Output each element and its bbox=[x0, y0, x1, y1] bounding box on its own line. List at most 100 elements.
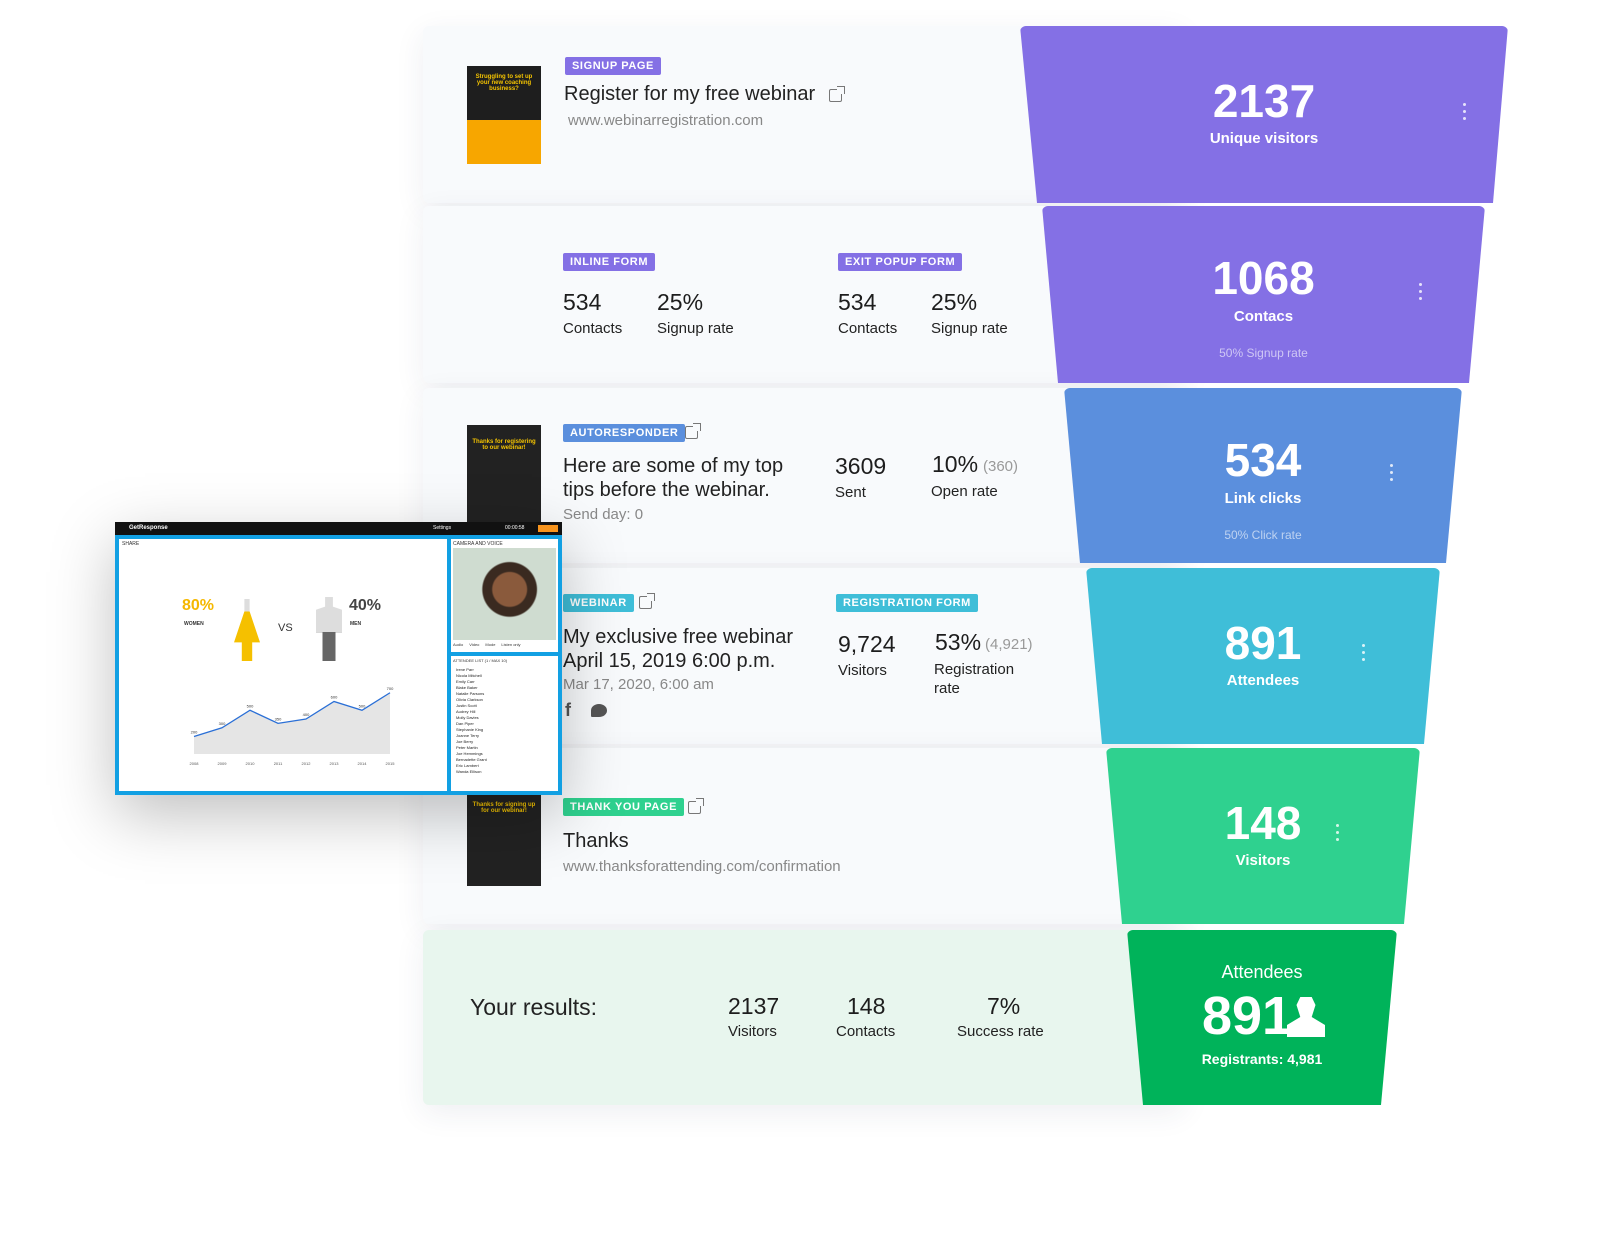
attendee-item: Wanda Ellison bbox=[456, 769, 482, 774]
autoresponder-thumbnail: Thanks for registering to our webinar! bbox=[467, 425, 541, 523]
sent-label: Sent bbox=[835, 484, 866, 501]
external-link-icon[interactable] bbox=[829, 86, 845, 102]
attendee-panel: ATTENDEE LIST (1 / MAX 10) Irene Parr Nic… bbox=[451, 656, 558, 791]
stage-value: 891 bbox=[1224, 617, 1302, 669]
vs-label: VS bbox=[278, 622, 293, 634]
results-contacts: 148 bbox=[847, 993, 886, 1019]
chart-value-label: 600 bbox=[331, 695, 338, 700]
funnel-stage-1[interactable]: 2137 Unique visitors bbox=[1020, 26, 1508, 203]
webinar-created-date: Mar 17, 2020, 6:00 am bbox=[563, 676, 714, 693]
more-options-icon[interactable] bbox=[1336, 824, 1340, 845]
registration-form-tag: REGISTRATION FORM bbox=[836, 594, 978, 612]
webinar-visitors-label: Visitors bbox=[838, 662, 887, 679]
registrants: Registrants: 4,981 bbox=[1201, 1051, 1323, 1067]
more-options-icon[interactable] bbox=[1419, 282, 1423, 304]
thumb-text: Thanks for registering to our webinar! bbox=[472, 439, 536, 451]
webinar-title[interactable]: My exclusive free webinar bbox=[563, 626, 793, 649]
thank-you-url[interactable]: www.thanksforattending.com/confirmation bbox=[563, 858, 841, 875]
chart-value-label: 350 bbox=[275, 716, 282, 721]
camera-control[interactable]: Listen only bbox=[501, 642, 520, 647]
stage-value: 2137 bbox=[1212, 75, 1316, 127]
settings-button[interactable]: Settings bbox=[433, 525, 451, 531]
brand-logo: GetResponse bbox=[129, 525, 168, 531]
growth-chart: 2008 200 2009 300 2010 500 2011 350 2012 400 2013 6… bbox=[190, 686, 396, 766]
camera-panel: CAMERA AND VOICE Audio Video Mode Listen on… bbox=[451, 539, 558, 652]
funnel-stage-4[interactable]: 891 Attendees bbox=[1086, 568, 1440, 744]
more-options-icon[interactable] bbox=[1390, 463, 1394, 485]
webinar-visitors: 9,724 bbox=[838, 631, 896, 657]
exit-rate: 25% bbox=[931, 289, 978, 315]
chart-year-label: 2009 bbox=[218, 761, 228, 766]
external-link-icon[interactable] bbox=[639, 593, 655, 609]
timer: 00:00:58 bbox=[505, 525, 525, 531]
thank-you-tag: THANK YOU PAGE bbox=[563, 798, 685, 816]
signup-page-title[interactable]: Register for my free webinar bbox=[564, 83, 815, 106]
stage-label: Visitors bbox=[1235, 852, 1291, 869]
camera-control[interactable]: Audio bbox=[453, 642, 463, 647]
inline-rate: 25% bbox=[657, 289, 704, 315]
chart-year-label: 2014 bbox=[358, 761, 368, 766]
stage-value: 148 bbox=[1224, 797, 1302, 849]
signup-page-thumbnail: Struggling to set up your new coaching b… bbox=[467, 66, 541, 164]
signup-page-url[interactable]: www.webinarregistration.com bbox=[568, 112, 763, 129]
send-day: Send day: 0 bbox=[563, 506, 644, 523]
funnel-stage-5[interactable]: 148 Visitors bbox=[1106, 748, 1420, 924]
camera-control[interactable]: Video bbox=[469, 642, 479, 647]
webinar-tag: WEBINAR bbox=[563, 594, 634, 612]
thumb-text: Struggling to set up your new coaching b… bbox=[475, 74, 533, 92]
twitter-icon[interactable] bbox=[591, 704, 607, 717]
funnel-stage-2[interactable]: 1068 Contacs 50% Signup rate bbox=[1042, 206, 1485, 383]
results-success: 7% bbox=[987, 993, 1021, 1019]
more-options-icon[interactable] bbox=[1463, 102, 1467, 124]
inline-form-tag: INLINE FORM bbox=[563, 253, 656, 271]
exit-contacts-label: Contacts bbox=[838, 320, 898, 337]
chart-year-label: 2008 bbox=[190, 761, 200, 766]
room-topbar: GetResponse Settings 00:00:58 bbox=[115, 522, 562, 535]
external-link-icon[interactable] bbox=[685, 423, 701, 439]
stage-rate: 50% Click rate bbox=[1224, 528, 1302, 542]
stage-value: 534 bbox=[1224, 434, 1302, 486]
camera-controls: Audio Video Mode Listen only bbox=[453, 642, 521, 647]
chart-year-label: 2015 bbox=[386, 761, 396, 766]
camera-control[interactable]: Mode bbox=[485, 642, 495, 647]
stage-label: Attendees bbox=[1221, 962, 1303, 982]
stage-label: Attendees bbox=[1226, 672, 1300, 689]
sent-count: 3609 bbox=[835, 453, 887, 479]
results-contacts-label: Contacts bbox=[836, 1023, 896, 1040]
results-card: Your results: 2137 Visitors 148 Contacts… bbox=[423, 930, 1183, 1105]
attendee-list-title: ATTENDEE LIST (1 / MAX 10) bbox=[453, 658, 508, 663]
women-label: WOMEN bbox=[184, 621, 204, 627]
registration-rate: 53% bbox=[935, 629, 982, 655]
chart-value-label: 700 bbox=[387, 686, 394, 691]
stage-label: Contacs bbox=[1233, 308, 1294, 325]
results-visitors-label: Visitors bbox=[728, 1023, 777, 1040]
autoresponder-title[interactable]: Here are some of my top bbox=[563, 455, 783, 478]
stage-value: 891 bbox=[1201, 986, 1293, 1046]
share-panel: SHARE 80% WOMEN VS 40% MEN 2008 200 2009 30… bbox=[119, 539, 447, 791]
women-pct: 80% bbox=[182, 597, 215, 614]
open-rate-label: Open rate bbox=[931, 483, 998, 500]
thank-you-thumbnail: Thanks for signing up for our webinar! bbox=[467, 788, 541, 886]
camera-title: CAMERA AND VOICE bbox=[453, 541, 503, 547]
results-visitors: 2137 bbox=[728, 993, 780, 1019]
exit-rate-label: Signup rate bbox=[931, 320, 1008, 337]
exit-contacts: 534 bbox=[838, 289, 877, 315]
man-figure-icon bbox=[316, 597, 342, 661]
chart-year-label: 2010 bbox=[246, 761, 256, 766]
external-link-icon[interactable] bbox=[688, 798, 704, 814]
woman-figure-icon bbox=[234, 599, 260, 661]
autoresponder-tag: AUTORESPONDER bbox=[563, 424, 686, 442]
registration-count: (4,921) bbox=[985, 636, 1033, 653]
results-label: Your results: bbox=[470, 994, 597, 1020]
more-options-icon[interactable] bbox=[1362, 644, 1366, 665]
facebook-icon[interactable]: f bbox=[565, 700, 571, 721]
thank-you-title[interactable]: Thanks bbox=[563, 830, 629, 853]
chart-value-label: 500 bbox=[247, 703, 254, 708]
results-success-label: Success rate bbox=[957, 1023, 1044, 1040]
end-button[interactable] bbox=[538, 525, 558, 532]
funnel-stage-6[interactable]: Attendees 891 Registrants: 4,981 bbox=[1127, 930, 1397, 1105]
chart-value-label: 400 bbox=[303, 712, 310, 717]
autoresponder-title-2[interactable]: tips before the webinar. bbox=[563, 479, 770, 502]
men-pct: 40% bbox=[349, 597, 382, 614]
funnel-stage-3[interactable]: 534 Link clicks 50% Click rate bbox=[1064, 388, 1462, 563]
